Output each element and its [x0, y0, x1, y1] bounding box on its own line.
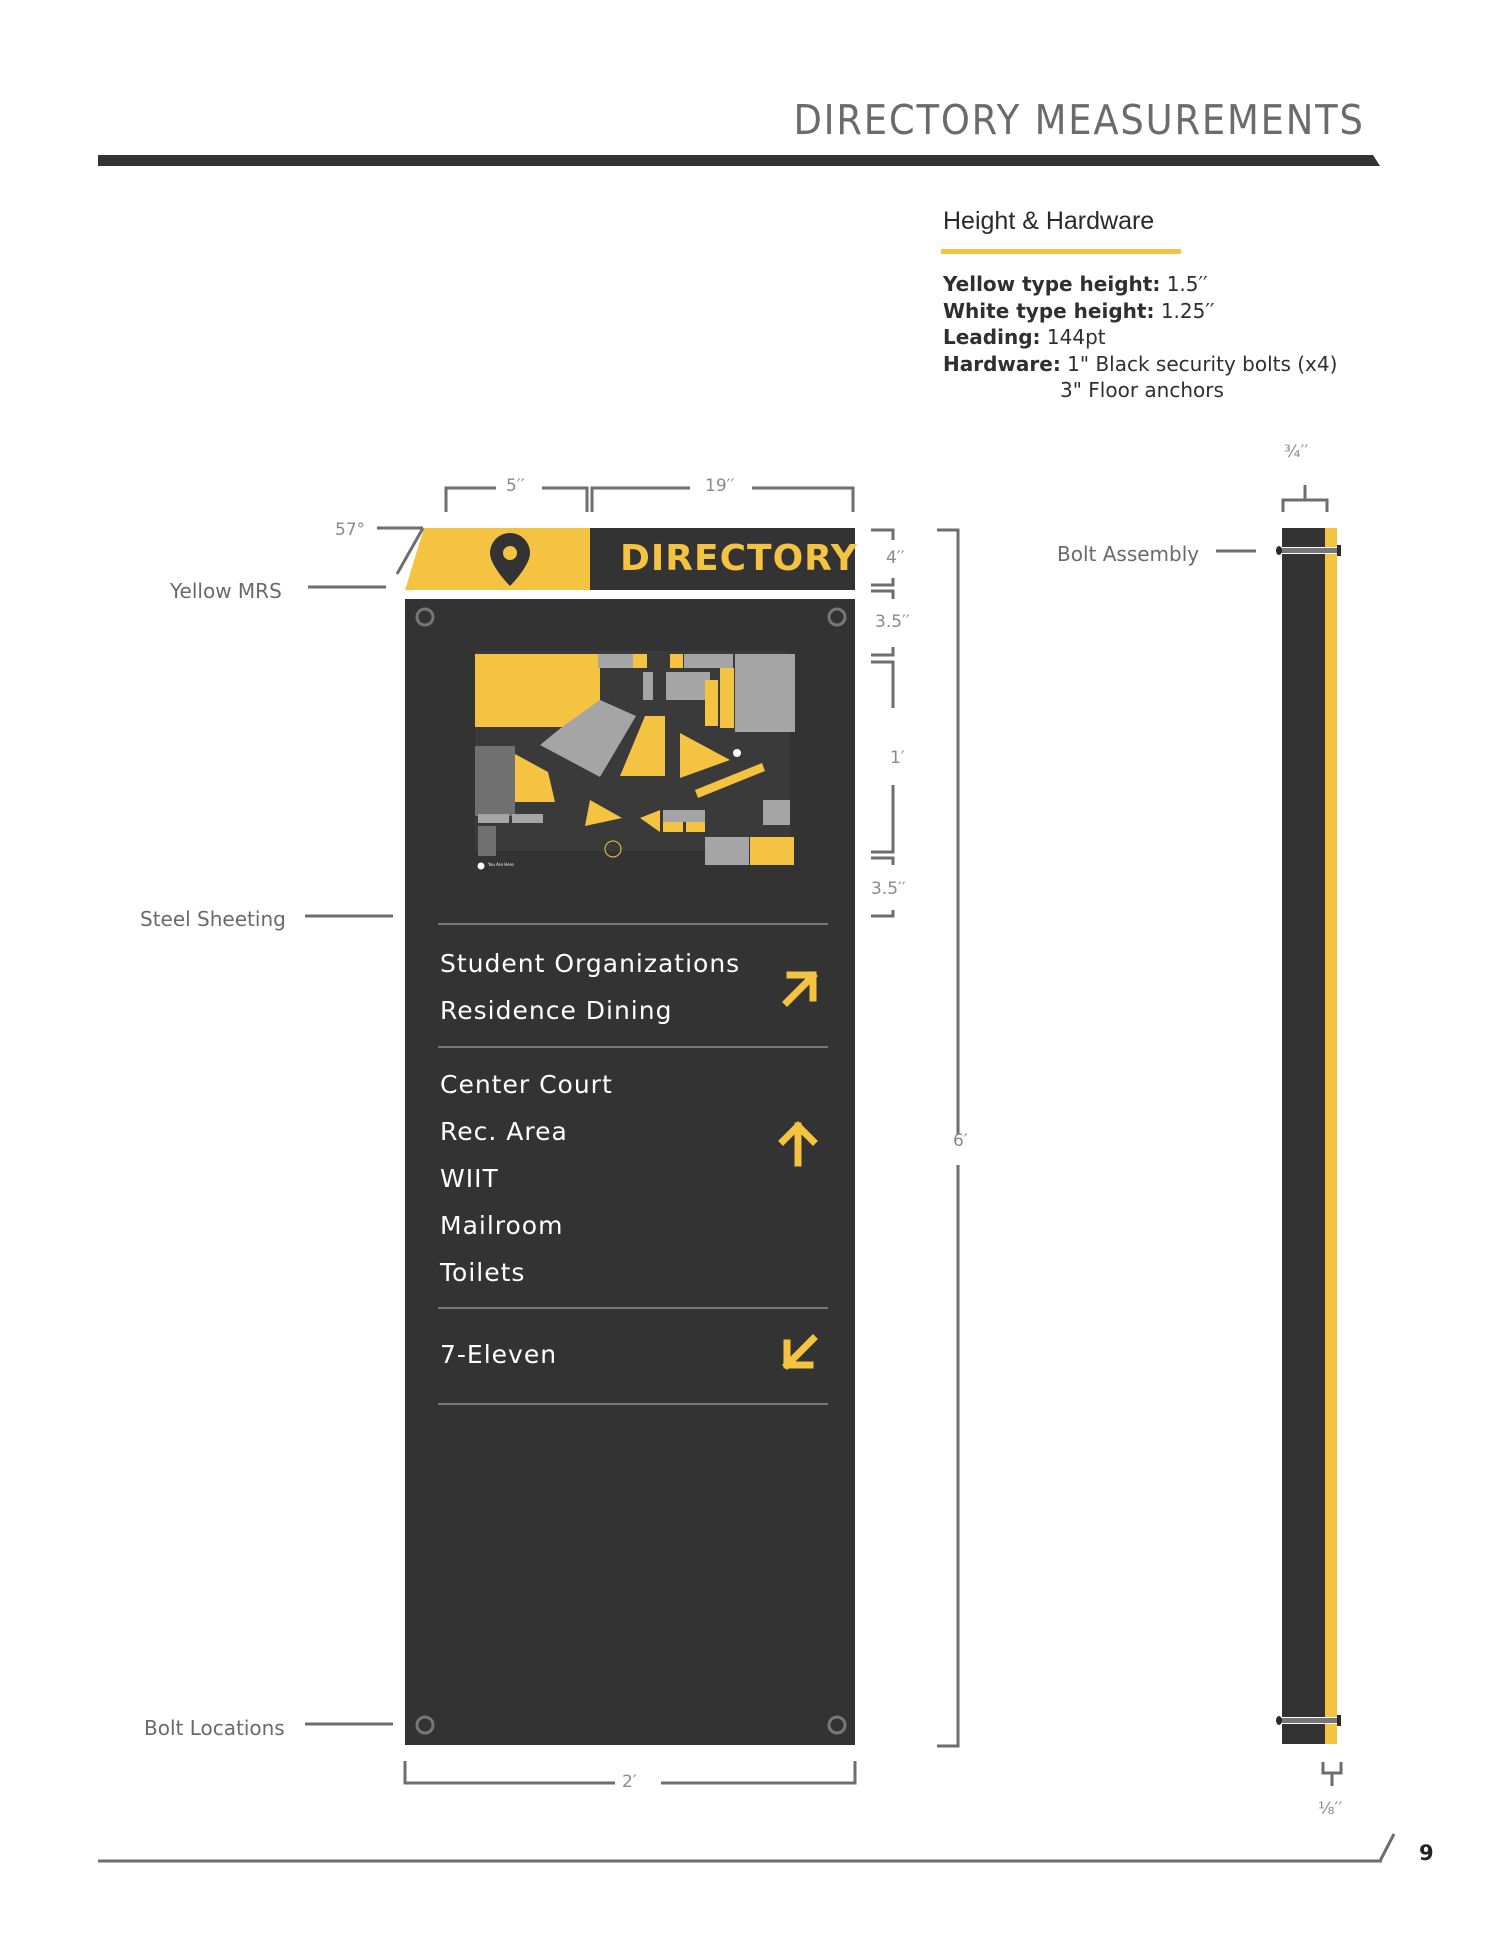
dim-total-height: 6′ — [953, 1131, 968, 1151]
dim-title-width: 19′′ — [705, 476, 735, 496]
spec-label: Hardware: — [943, 351, 1061, 376]
spec-value: 1.5′′ — [1166, 272, 1208, 296]
you-are-here-pin-icon — [733, 749, 741, 757]
directory-item: 7-Eleven — [440, 1340, 558, 1369]
directory-item: Rec. Area — [440, 1117, 568, 1146]
map-building — [478, 826, 496, 856]
directory-item: Student Organizations — [440, 949, 741, 978]
map-building — [663, 810, 705, 822]
map-building — [686, 822, 705, 832]
directory-item: WIIT — [440, 1164, 499, 1193]
spec-row: Hardware: 1" Black security bolts (x4) — [943, 351, 1337, 378]
dim-total-width: 2′ — [622, 1772, 637, 1792]
spec-label: White type height: — [943, 298, 1155, 323]
map-building — [475, 746, 515, 816]
callout-bolt-locations: Bolt Locations — [144, 1716, 285, 1740]
spec-value: 144pt — [1046, 325, 1106, 349]
map-building — [598, 654, 633, 668]
directory-item: Center Court — [440, 1070, 613, 1099]
map-building — [763, 800, 790, 825]
map-building — [750, 837, 794, 865]
campus-map — [475, 651, 795, 865]
directory-group-3: 7-Eleven — [440, 1331, 557, 1378]
map-building — [478, 814, 509, 823]
directory-group-1: Student Organizations Residence Dining — [440, 940, 740, 1034]
directory-item: Toilets — [440, 1258, 526, 1287]
map-building — [512, 814, 543, 823]
spec-value: 1.25′′ — [1160, 298, 1215, 323]
dim-header-height: 4′′ — [886, 548, 905, 568]
directory-group-2: Center Court Rec. Area WIIT Mailroom Toi… — [440, 1061, 613, 1296]
header-bar — [98, 155, 1380, 166]
callout-bolt-assembly: Bolt Assembly — [1057, 542, 1200, 566]
directory-item: Residence Dining — [440, 996, 673, 1025]
map-building — [720, 668, 734, 728]
dim-map-height: 1′ — [890, 748, 905, 768]
dim-icon-width: 5′′ — [506, 476, 525, 496]
side-profile-steel — [1282, 528, 1325, 1744]
dim-depth: ¾′′ — [1284, 442, 1309, 462]
map-building — [643, 672, 653, 700]
dim-angle: 57° — [335, 520, 366, 540]
specs-heading-underline — [941, 249, 1181, 254]
callout-steel-sheeting: Steel Sheeting — [140, 907, 286, 931]
map-building — [670, 654, 683, 668]
page-number: 9 — [1419, 1841, 1434, 1865]
callout-yellow-mrs: Yellow MRS — [170, 579, 282, 603]
map-building — [735, 654, 795, 732]
dim-yellow-depth: ⅛′′ — [1318, 1799, 1343, 1819]
map-legend-pin-icon — [477, 862, 485, 870]
spec-label: Yellow type height: — [943, 272, 1161, 296]
spec-value: 1" Black security bolts (x4) — [1067, 351, 1338, 376]
directory-item: Mailroom — [440, 1211, 564, 1240]
dim-top-margin: 3.5′′ — [875, 612, 910, 632]
map-building — [633, 654, 647, 668]
map-building — [684, 654, 733, 668]
map-building — [666, 672, 710, 700]
map-building — [663, 822, 683, 832]
spec-row-continued: 3" Floor anchors — [1060, 378, 1224, 402]
specs-list: Yellow type height: 1.5′′ White type hei… — [943, 271, 1337, 404]
map-building — [705, 837, 749, 865]
map-legend-label: You Are Here — [488, 862, 514, 867]
footer-slash — [1378, 1833, 1396, 1862]
spec-row: White type height: 1.25′′ — [943, 298, 1337, 325]
dim-map-bottom-margin: 3.5′′ — [871, 879, 906, 899]
spec-label: Leading: — [943, 325, 1041, 349]
side-profile-yellow — [1325, 528, 1337, 1744]
spec-row: Yellow type height: 1.5′′ — [943, 271, 1337, 298]
specs-heading: Height & Hardware — [943, 207, 1155, 235]
sign-header-title: DIRECTORY — [620, 538, 858, 579]
spec-row: Leading: 144pt — [943, 324, 1337, 351]
map-building — [705, 680, 718, 726]
